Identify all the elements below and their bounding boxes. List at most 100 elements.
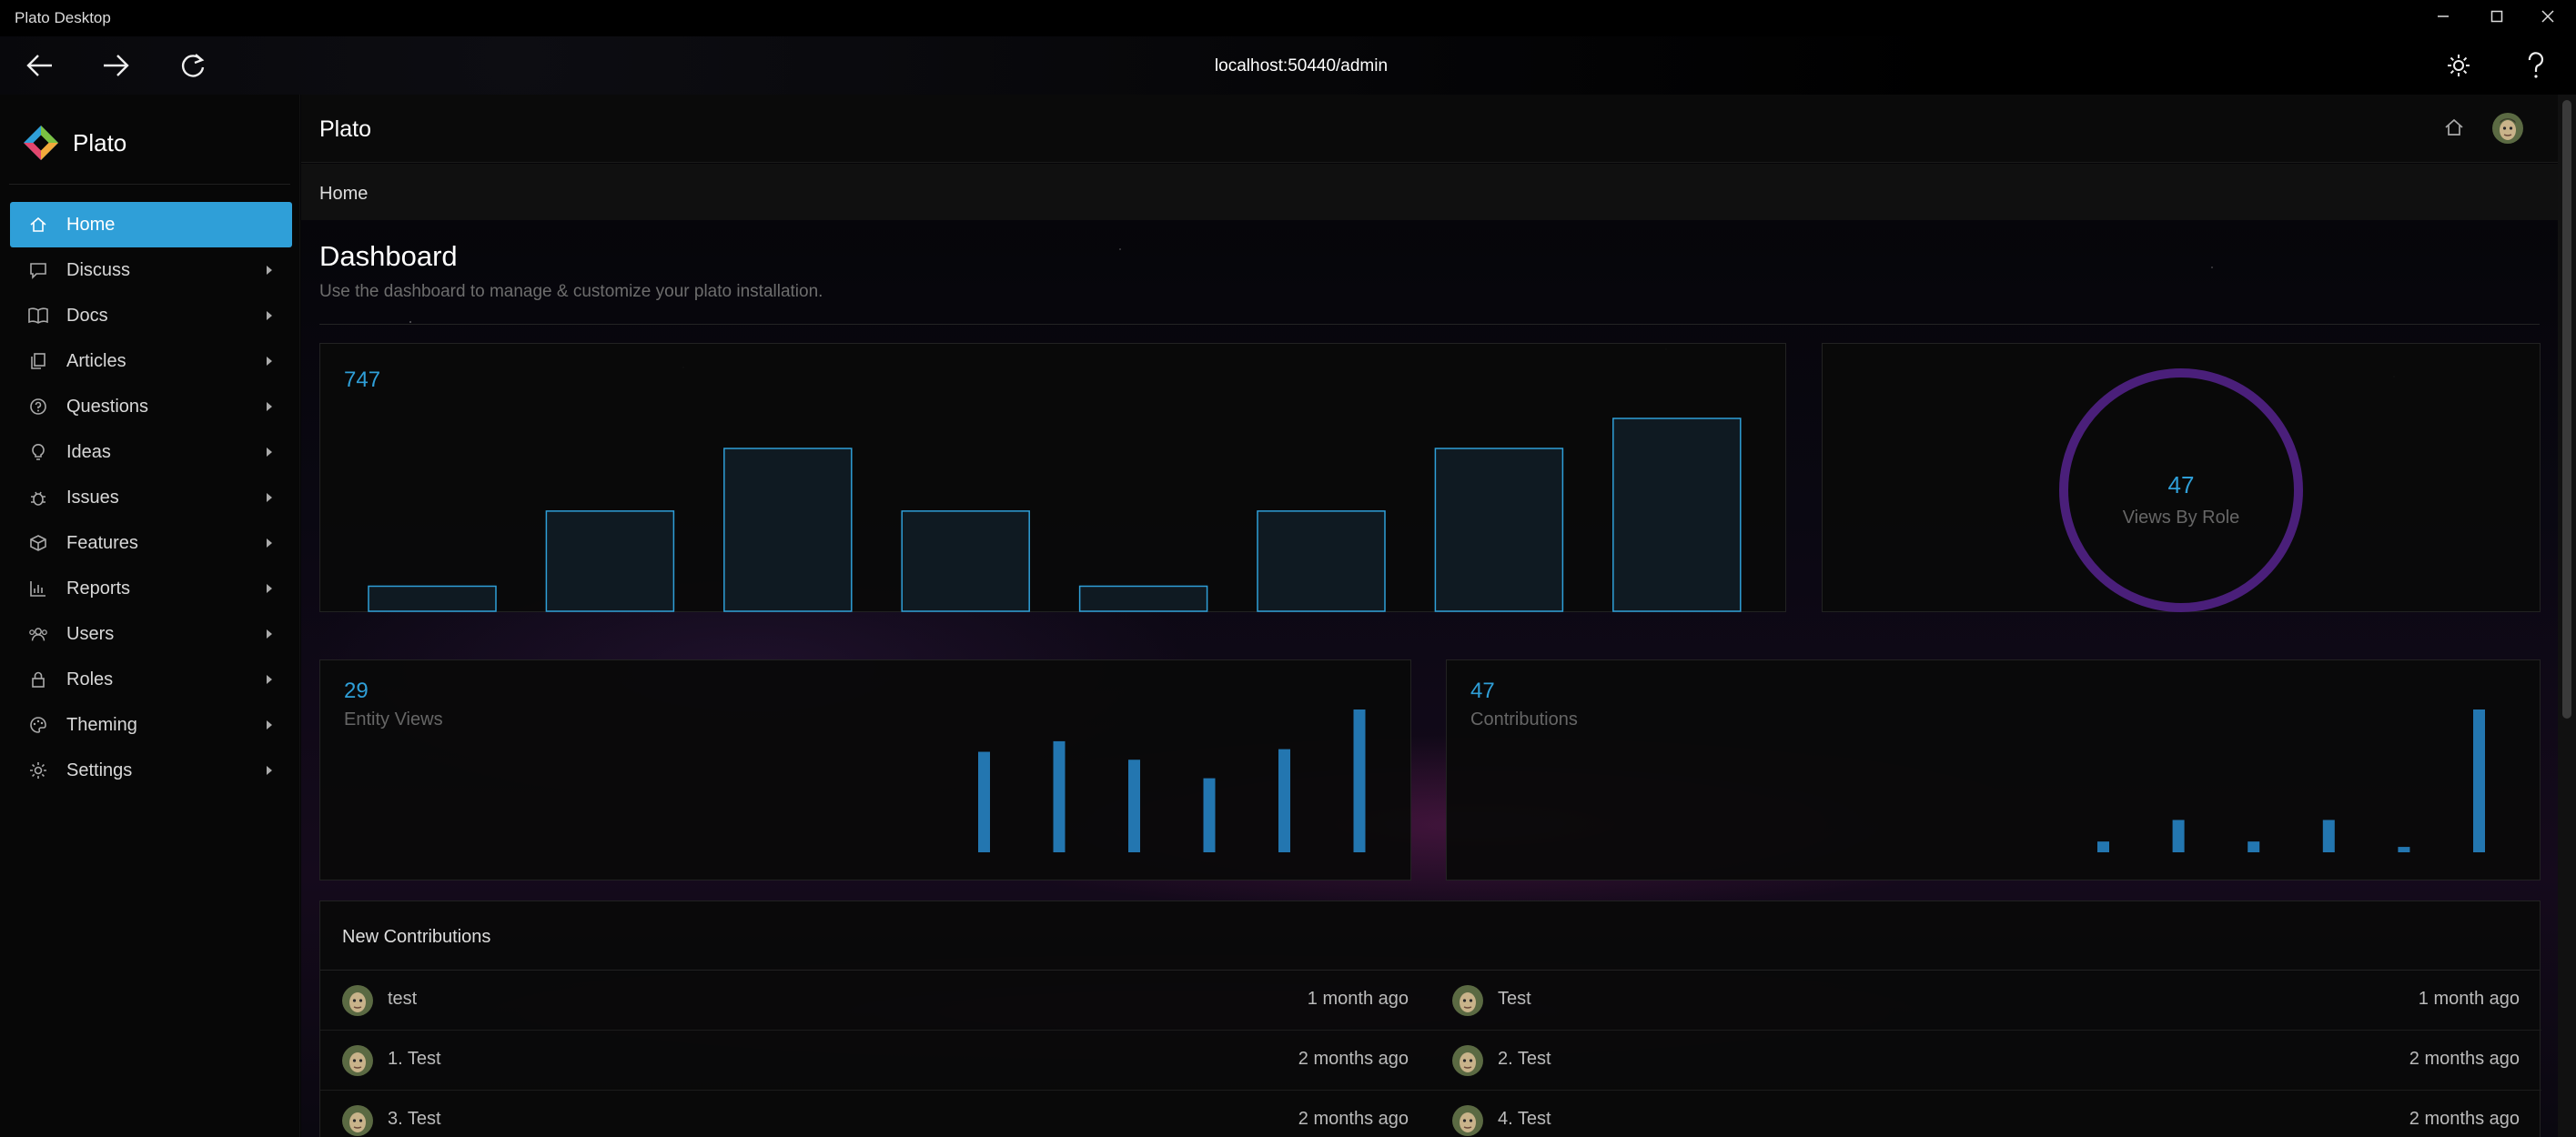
sidebar-item-label: Theming (66, 714, 137, 735)
sidebar-item-home[interactable]: Home (10, 202, 292, 247)
site-name[interactable]: Plato (319, 116, 371, 143)
chart-bar (1203, 778, 1216, 852)
caret-right-icon (267, 311, 272, 320)
bug-icon (28, 488, 48, 508)
vertical-scrollbar[interactable] (2558, 95, 2576, 1137)
contributions-chart (2097, 709, 2485, 852)
sidebar: Plato Home Discuss Docs Articles Questio… (0, 95, 300, 1137)
back-button[interactable] (11, 36, 69, 95)
breadcrumb-home[interactable]: Home (319, 184, 368, 205)
forward-button[interactable] (86, 36, 145, 95)
help-button[interactable] (2507, 36, 2565, 95)
sidebar-item-label: Discuss (66, 259, 131, 280)
chart-bar (1078, 585, 1208, 612)
donut-label: Views By Role (2122, 508, 2240, 528)
avatar (342, 1105, 373, 1137)
stat-card-entity-views: 29 Entity Views (319, 659, 1411, 880)
divider (319, 324, 2540, 325)
sidebar-item-label: Features (66, 532, 138, 553)
chart-bar (2322, 820, 2335, 852)
sidebar-item-settings[interactable]: Settings (10, 748, 292, 793)
list-item[interactable]: 3. Test 2 months ago (320, 1091, 1430, 1137)
page-subtitle: Use the dashboard to manage & customize … (319, 282, 823, 301)
donut-chart: 47 Views By Role (2058, 367, 2304, 613)
gear-icon (2448, 55, 2470, 76)
sidebar-item-features[interactable]: Features (10, 520, 292, 566)
chat-icon (28, 260, 48, 280)
brand[interactable]: Plato (22, 122, 126, 164)
plato-logo-icon (24, 126, 58, 160)
item-time: 1 month ago (1307, 989, 1409, 1009)
scrollbar-thumb[interactable] (2562, 100, 2571, 719)
home-icon (28, 215, 48, 235)
item-title[interactable]: 2. Test (1498, 1049, 1551, 1070)
chart-bar (2473, 709, 2485, 852)
list-item[interactable]: 1. Test 2 months ago (320, 1031, 1430, 1091)
sidebar-item-label: Articles (66, 350, 126, 371)
chart-bar (1257, 510, 1386, 612)
chart-bar (1353, 709, 1366, 852)
caret-right-icon (267, 629, 272, 639)
list-item[interactable]: Test 1 month ago (1430, 971, 2541, 1031)
caret-right-icon (267, 538, 272, 548)
entity-views-chart (978, 709, 1366, 852)
maximize-icon (2490, 10, 2503, 23)
item-title[interactable]: 3. Test (388, 1109, 441, 1130)
sidebar-item-label: Docs (66, 305, 108, 326)
breadcrumb: Home (301, 164, 2558, 220)
refresh-icon (181, 54, 205, 77)
sidebar-item-label: Questions (66, 396, 149, 417)
close-button[interactable] (2520, 5, 2575, 31)
new-contributions-panel: New Contributions test 1 month ago Test … (319, 901, 2541, 1137)
minimize-button[interactable] (2416, 5, 2470, 31)
list-item[interactable]: 2. Test 2 months ago (1430, 1031, 2541, 1091)
chart-bar (1128, 760, 1140, 852)
caret-right-icon (267, 766, 272, 775)
reload-button[interactable] (164, 36, 222, 95)
palette-icon (28, 715, 48, 735)
item-title[interactable]: Test (1498, 989, 1531, 1010)
book-icon (28, 306, 48, 326)
sidebar-item-label: Reports (66, 578, 131, 599)
gear-icon (28, 760, 48, 780)
bar-chart-icon (28, 579, 48, 599)
item-time: 2 months ago (2409, 1049, 2520, 1069)
chart-bar (1434, 448, 1564, 612)
settings-button[interactable] (2430, 36, 2488, 95)
sidebar-item-theming[interactable]: Theming (10, 702, 292, 748)
maximize-button[interactable] (2470, 5, 2524, 31)
sidebar-item-ideas[interactable]: Ideas (10, 429, 292, 475)
chart-bar (2097, 841, 2109, 852)
home-icon[interactable] (2443, 116, 2465, 143)
item-title[interactable]: 4. Test (1498, 1109, 1551, 1130)
minimize-icon (2438, 15, 2449, 17)
sidebar-item-questions[interactable]: Questions (10, 384, 292, 429)
item-title[interactable]: 1. Test (388, 1049, 441, 1070)
stat-card-views-by-role: 47 Views By Role (1822, 343, 2541, 612)
page-title: Dashboard (319, 240, 458, 272)
avatar (1452, 1045, 1483, 1081)
stat-card-contributions: 47 Contributions (1446, 659, 2541, 880)
chart-bar (1278, 749, 1290, 852)
item-title[interactable]: test (388, 989, 417, 1010)
help-icon (2528, 52, 2544, 78)
sidebar-item-roles[interactable]: Roles (10, 657, 292, 702)
chart-bar (2248, 841, 2260, 852)
chart-bar (978, 751, 990, 852)
sidebar-item-reports[interactable]: Reports (10, 566, 292, 611)
list-item[interactable]: 4. Test 2 months ago (1430, 1091, 2541, 1137)
sidebar-item-articles[interactable]: Articles (10, 338, 292, 384)
sidebar-item-docs[interactable]: Docs (10, 293, 292, 338)
sidebar-item-issues[interactable]: Issues (10, 475, 292, 520)
copy-icon (28, 351, 48, 371)
caret-right-icon (267, 493, 272, 502)
caret-right-icon (267, 584, 272, 593)
sidebar-item-discuss[interactable]: Discuss (10, 247, 292, 293)
sidebar-item-users[interactable]: Users (10, 611, 292, 657)
question-circle-icon (28, 397, 48, 417)
sidebar-menu: Home Discuss Docs Articles Questions Ide… (10, 202, 292, 793)
address-bar[interactable]: localhost:50440/admin (1092, 56, 1510, 76)
item-time: 2 months ago (1298, 1109, 1409, 1129)
user-avatar[interactable] (2492, 113, 2523, 148)
list-item[interactable]: test 1 month ago (320, 971, 1430, 1031)
